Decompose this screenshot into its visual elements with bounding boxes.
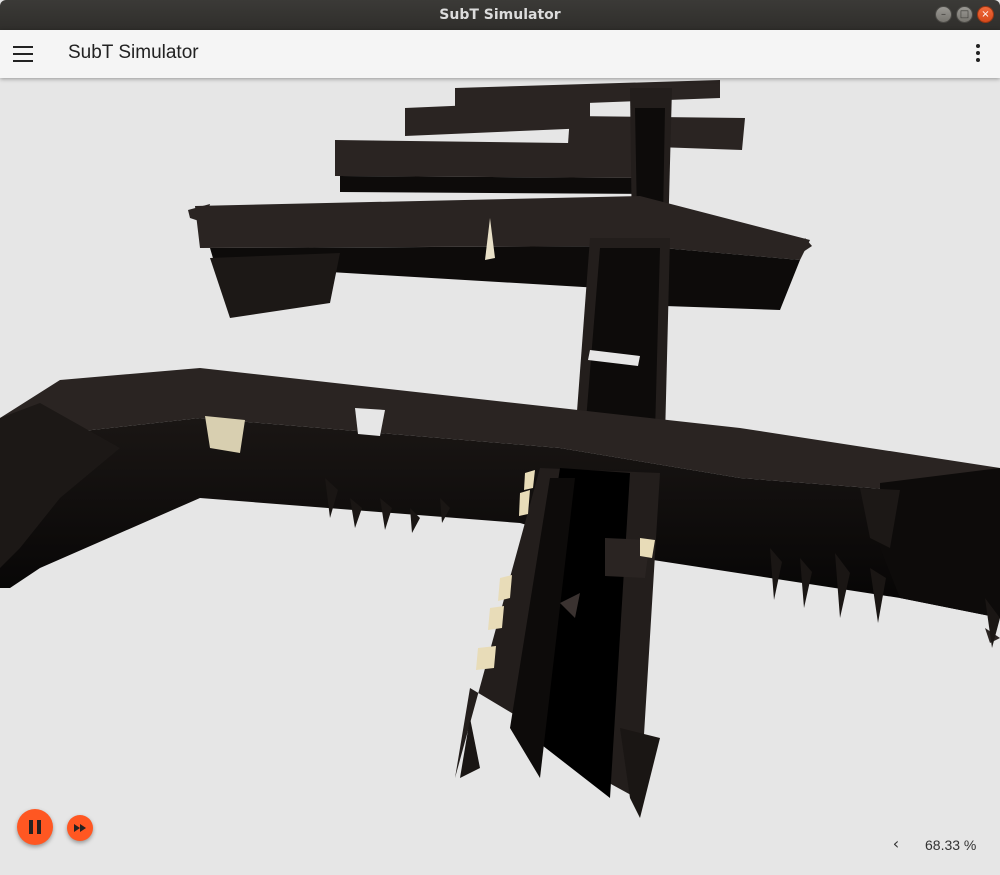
tunnel-vertical-section	[575, 238, 670, 438]
tunnel-main-section	[0, 368, 1000, 643]
chevron-left-icon[interactable]: ‹	[889, 835, 903, 853]
real-time-factor: 68.33 %	[925, 837, 977, 853]
hamburger-icon[interactable]	[13, 46, 33, 62]
tunnel-scene	[0, 80, 1000, 818]
maximize-button[interactable]: □	[956, 6, 973, 23]
app-bar: SubT Simulator	[0, 30, 1000, 78]
fast-forward-button[interactable]	[67, 815, 93, 841]
fast-forward-icon	[74, 824, 86, 832]
scene-viewport[interactable]	[0, 78, 1000, 875]
window-titlebar: SubT Simulator – □ ×	[0, 0, 1000, 30]
app-title: SubT Simulator	[68, 42, 199, 63]
pause-icon	[29, 820, 33, 834]
more-vert-icon[interactable]	[974, 44, 982, 64]
pause-button[interactable]	[17, 809, 53, 845]
tunnel-mid-section	[188, 196, 812, 318]
minimize-button[interactable]: –	[935, 6, 952, 23]
window-controls: – □ ×	[935, 6, 994, 23]
window-title: SubT Simulator	[439, 7, 561, 23]
tunnel-near-section	[455, 468, 660, 818]
close-button[interactable]: ×	[977, 6, 994, 23]
